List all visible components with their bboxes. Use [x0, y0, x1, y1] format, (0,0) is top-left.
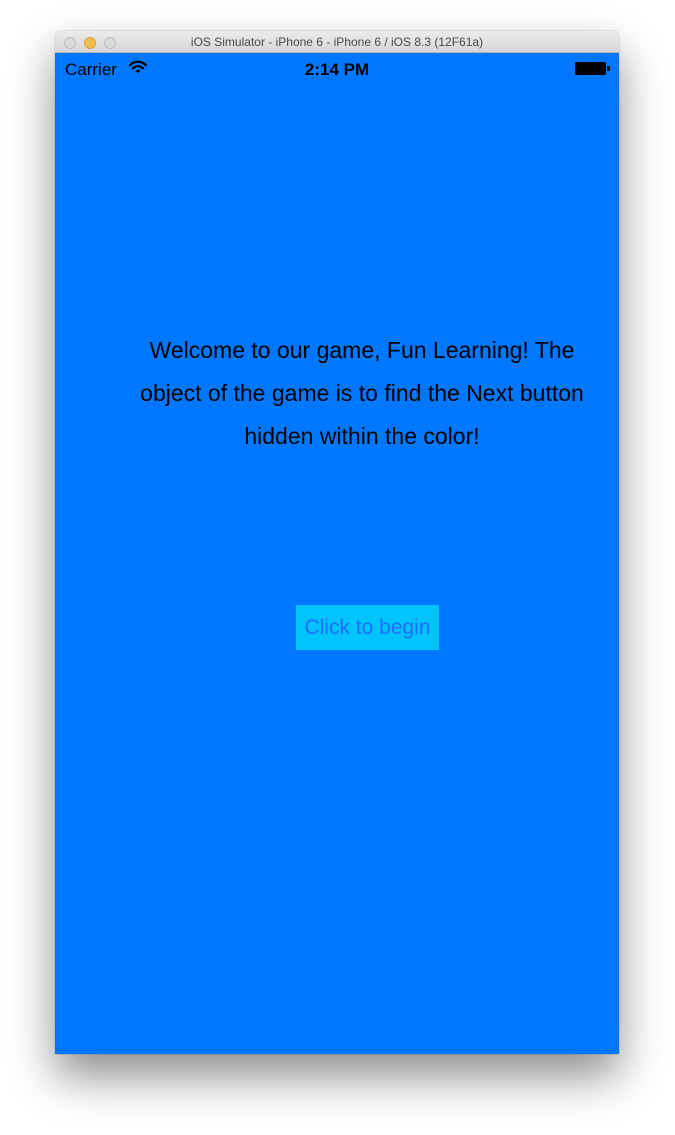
- battery-tip: [607, 66, 610, 71]
- begin-button[interactable]: Click to begin: [296, 605, 439, 650]
- window-titlebar[interactable]: iOS Simulator - iPhone 6 - iPhone 6 / iO…: [55, 31, 619, 53]
- window-title: iOS Simulator - iPhone 6 - iPhone 6 / iO…: [190, 35, 484, 49]
- status-bar: Carrier 2:14 PM: [55, 53, 619, 85]
- battery-level: [575, 62, 606, 75]
- app-screen: Carrier 2:14 PM Welcome to our game, Fun…: [55, 53, 619, 1054]
- battery-icon: [575, 62, 611, 76]
- simulator-window: iOS Simulator - iPhone 6 - iPhone 6 / iO…: [55, 31, 619, 1054]
- status-time: 2:14 PM: [304, 60, 370, 79]
- welcome-message: Welcome to our game, Fun Learning! The o…: [140, 337, 584, 449]
